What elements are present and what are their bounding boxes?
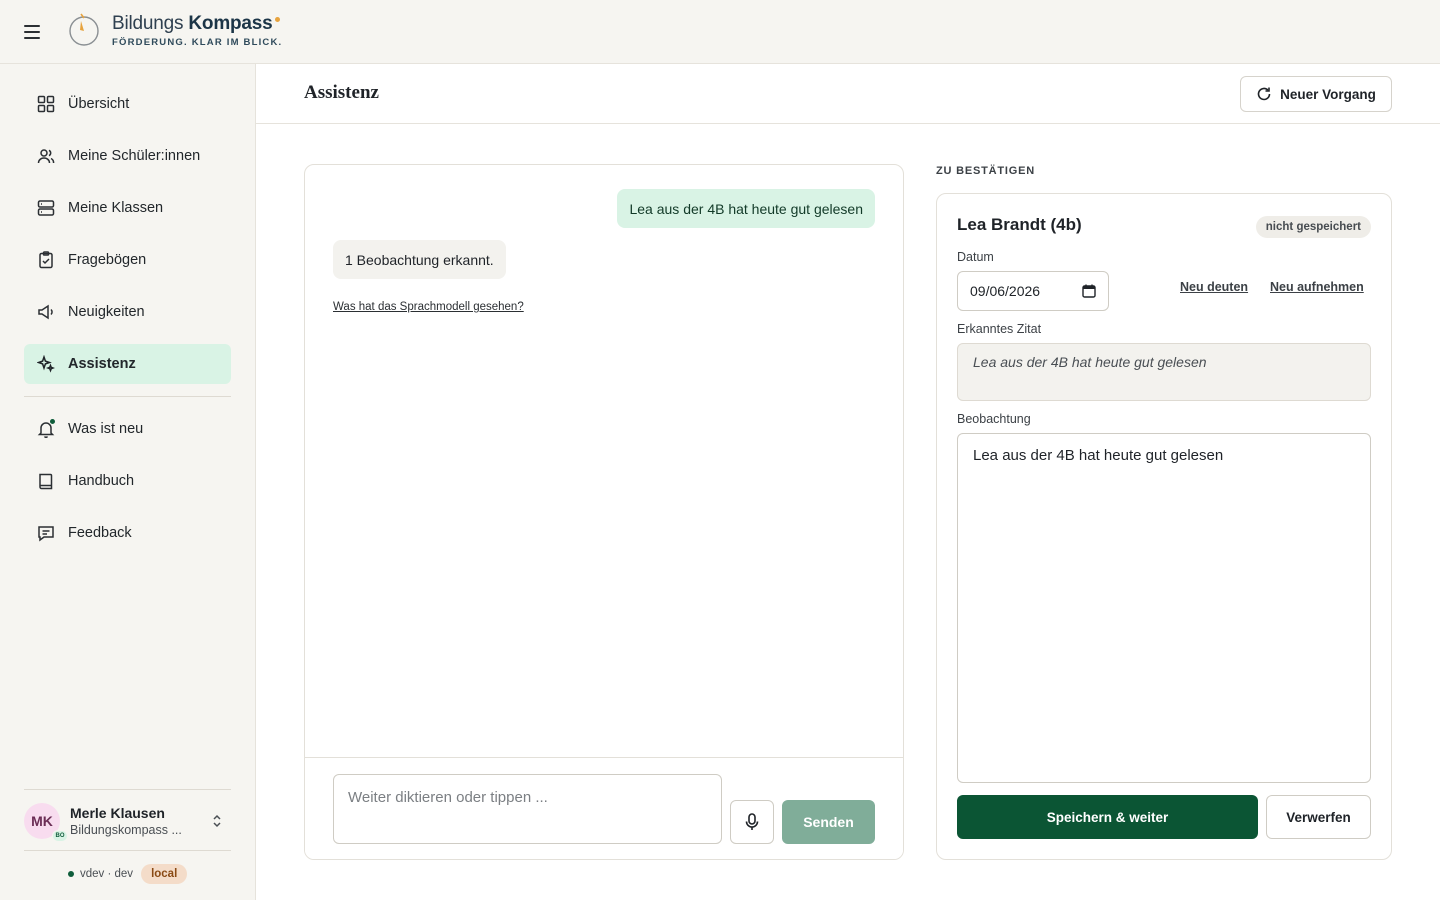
refresh-icon bbox=[1257, 87, 1271, 101]
recognized-quote: Lea aus der 4B hat heute gut gelesen bbox=[957, 343, 1371, 401]
compass-icon bbox=[69, 13, 99, 46]
sidebar: Übersicht Meine Schüler:innen Meine Klas… bbox=[0, 64, 256, 900]
reinterpret-link[interactable]: Neu deuten bbox=[1180, 280, 1248, 294]
user-org: Bildungskompass ... bbox=[70, 823, 182, 837]
sidebar-item-frageboegen[interactable]: Fragebögen bbox=[24, 240, 231, 280]
sidebar-item-label: Handbuch bbox=[68, 473, 135, 489]
sidebar-divider bbox=[24, 396, 231, 397]
date-field[interactable]: 09/06/2026 bbox=[957, 271, 1109, 311]
users-icon bbox=[36, 146, 56, 166]
date-label: Datum bbox=[957, 250, 994, 264]
user-divider-top bbox=[24, 789, 231, 790]
sidebar-item-feedback[interactable]: Feedback bbox=[24, 513, 231, 553]
top-bar: Bildungs Kompass FÖRDERUNG. KLAR IM BLIC… bbox=[0, 0, 1440, 64]
user-name: Merle Klausen bbox=[70, 805, 165, 821]
observation-label: Beobachtung bbox=[957, 412, 1031, 426]
bell-icon bbox=[36, 418, 56, 439]
user-menu[interactable]: MK BO Merle Klausen Bildungskompass ... bbox=[24, 801, 231, 842]
sidebar-item-label: Feedback bbox=[68, 525, 132, 541]
sidebar-item-was-ist-neu[interactable]: Was ist neu bbox=[24, 409, 231, 449]
env-badge: local bbox=[141, 864, 188, 884]
rerecord-link[interactable]: Neu aufnehmen bbox=[1270, 280, 1364, 294]
sidebar-item-klassen[interactable]: Meine Klassen bbox=[24, 188, 231, 228]
date-value: 09/06/2026 bbox=[970, 283, 1041, 299]
assistant-message: 1 Beobachtung erkannt. bbox=[333, 240, 506, 279]
megaphone-icon bbox=[36, 302, 56, 322]
new-process-button[interactable]: Neuer Vorgang bbox=[1240, 76, 1392, 112]
status-dot bbox=[68, 871, 74, 877]
sidebar-item-label: Übersicht bbox=[68, 96, 130, 112]
calendar-icon bbox=[1082, 284, 1096, 298]
book-icon bbox=[36, 471, 56, 491]
chevron-up-down-icon bbox=[213, 814, 221, 828]
sidebar-item-label: Neuigkeiten bbox=[68, 304, 145, 320]
confirm-section-label: ZU BESTÄTIGEN bbox=[936, 165, 1036, 177]
save-continue-button[interactable]: Speichern & weiter bbox=[957, 795, 1258, 839]
brand-name: Bildungs Kompass bbox=[112, 13, 282, 35]
version-text: vdev · dev bbox=[80, 868, 134, 880]
sidebar-item-uebersicht[interactable]: Übersicht bbox=[24, 84, 231, 124]
microphone-icon bbox=[745, 813, 759, 830]
quote-label: Erkanntes Zitat bbox=[957, 322, 1042, 336]
clipboard-icon bbox=[36, 250, 56, 270]
avatar-initials: MK bbox=[31, 813, 53, 829]
sidebar-item-neuigkeiten[interactable]: Neuigkeiten bbox=[24, 292, 231, 332]
discard-button[interactable]: Verwerfen bbox=[1266, 795, 1371, 839]
sidebar-nav: Übersicht Meine Schüler:innen Meine Klas… bbox=[24, 84, 231, 565]
page-header: Assistenz Neuer Vorgang bbox=[256, 64, 1440, 124]
avatar-badge: BO bbox=[52, 830, 68, 842]
microphone-button[interactable] bbox=[730, 800, 774, 844]
sidebar-item-label: Meine Schüler:innen bbox=[68, 148, 201, 164]
sidebar-item-label: Was ist neu bbox=[68, 421, 144, 437]
sidebar-item-assistenz[interactable]: Assistenz bbox=[24, 344, 231, 384]
chat-input[interactable] bbox=[333, 774, 722, 844]
user-message: Lea aus der 4B hat heute gut gelesen bbox=[617, 189, 875, 228]
user-divider-bottom bbox=[24, 850, 231, 851]
brand-tagline: FÖRDERUNG. KLAR IM BLICK. bbox=[112, 36, 283, 48]
sidebar-item-handbuch[interactable]: Handbuch bbox=[24, 461, 231, 501]
observation-textarea[interactable]: Lea aus der 4B hat heute gut gelesen bbox=[957, 433, 1371, 783]
sparkles-icon bbox=[36, 354, 56, 374]
stack-icon bbox=[36, 198, 56, 218]
new-process-label: Neuer Vorgang bbox=[1280, 86, 1376, 102]
page-title: Assistenz bbox=[304, 82, 379, 103]
chat-panel: Lea aus der 4B hat heute gut gelesen 1 B… bbox=[304, 164, 904, 860]
message-icon bbox=[36, 523, 56, 543]
sidebar-item-label: Assistenz bbox=[68, 356, 136, 372]
brand-logo[interactable]: Bildungs Kompass FÖRDERUNG. KLAR IM BLIC… bbox=[68, 12, 282, 48]
observation-card: Lea Brandt (4b) nicht gespeichert Datum … bbox=[936, 193, 1392, 860]
sidebar-item-label: Meine Klassen bbox=[68, 200, 164, 216]
menu-icon[interactable] bbox=[24, 22, 44, 42]
llm-details-link[interactable]: Was hat das Sprachmodell gesehen? bbox=[333, 301, 524, 313]
sidebar-item-schueler[interactable]: Meine Schüler:innen bbox=[24, 136, 231, 176]
chat-composer: Senden bbox=[305, 757, 903, 859]
send-button[interactable]: Senden bbox=[782, 800, 875, 844]
notification-dot bbox=[49, 418, 56, 425]
avatar: MK BO bbox=[24, 803, 68, 842]
student-name: Lea Brandt (4b) bbox=[957, 215, 1082, 234]
version-info: vdev · dev local bbox=[68, 864, 188, 884]
status-badge: nicht gespeichert bbox=[1255, 216, 1371, 238]
sidebar-item-label: Fragebögen bbox=[68, 252, 147, 268]
grid-icon bbox=[36, 94, 56, 114]
